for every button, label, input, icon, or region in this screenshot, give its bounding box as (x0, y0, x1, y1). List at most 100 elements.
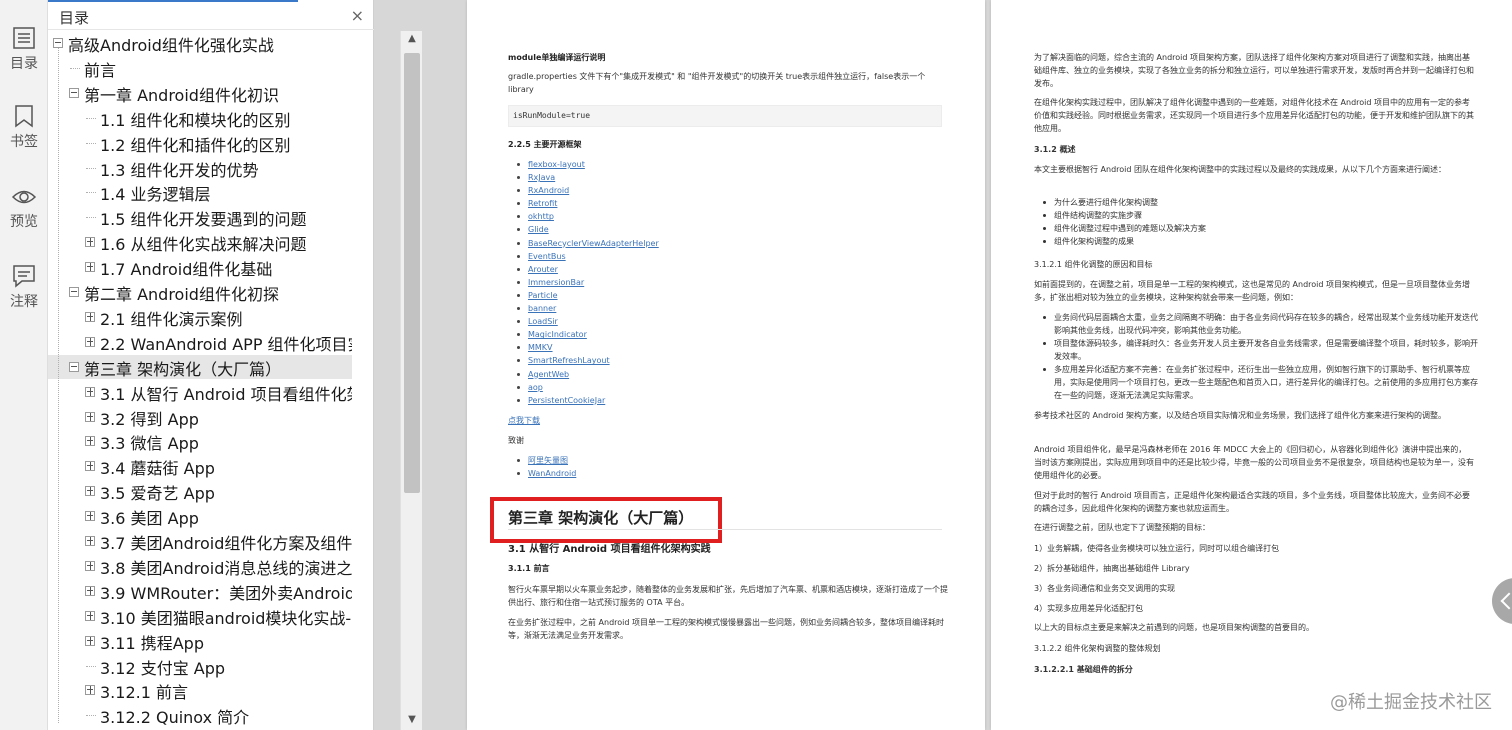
document-page-right: 为了解决面临的问题，综合主流的 Android 项目架构方案，团队选择了组件化架… (991, 0, 1512, 730)
framework-link[interactable]: Particle (517, 289, 659, 302)
expand-icon[interactable] (85, 386, 95, 397)
framework-link[interactable]: AgentWeb (517, 368, 659, 381)
framework-link[interactable]: SmartRefreshLayout (517, 354, 659, 367)
expand-icon[interactable] (85, 262, 95, 273)
expand-icon[interactable] (85, 461, 95, 472)
toc-scrollbar-thumb[interactable] (404, 53, 420, 493)
toc-item[interactable]: 第三章 架构演化（大厂篇） (48, 354, 352, 379)
framework-link[interactable]: BaseRecyclerViewAdapterHelper (517, 237, 659, 250)
toc-item[interactable]: 3.7 美团Android组件化方案及组件消息总线 (48, 529, 352, 553)
side-icon-rail: 目录 书签 预览 注释 (0, 0, 48, 730)
toc-item[interactable]: 3.4 蘑菇街 App (48, 454, 352, 478)
toc-item[interactable]: 3.2 得到 App (48, 405, 352, 429)
toc-item[interactable]: 1.4 业务逻辑层 (48, 180, 352, 204)
toc-tab-label: 目录 (10, 56, 38, 72)
framework-link[interactable]: MagicIndicator (517, 328, 659, 341)
collapse-icon[interactable] (69, 287, 79, 297)
toc-item[interactable]: 前言 (48, 56, 352, 80)
code-block: isRunModule=true (508, 105, 942, 127)
framework-link[interactable]: banner (517, 302, 659, 315)
expand-icon[interactable] (85, 311, 95, 322)
download-link[interactable]: 点我下载 (508, 416, 540, 425)
toc-item-label: 第二章 Android组件化初探 (84, 285, 279, 304)
toc-item[interactable]: 1.6 从组件化实战来解决问题 (48, 230, 352, 254)
toc-header: 目录 × (48, 2, 374, 30)
tree-connector (86, 665, 96, 667)
reason-paragraph: 如前面提到的，在调整之前，项目是单一工程的架构模式，这也是常见的 Android… (1034, 280, 1471, 302)
expand-icon[interactable] (85, 610, 95, 621)
notes-tab-button[interactable]: 注释 (0, 264, 48, 311)
collapse-icon[interactable] (69, 361, 79, 372)
expand-icon[interactable] (85, 486, 95, 497)
expand-icon[interactable] (85, 560, 95, 571)
toc-item-label: 3.6 美团 App (100, 509, 199, 529)
framework-link[interactable]: MMKV (517, 341, 659, 354)
toc-tree: 高级Android组件化强化实战 前言 第一章 Android组件化初识 1.1 组件… (48, 31, 352, 730)
toc-item[interactable]: 3.1 从智行 Android 项目看组件化架构实践 (48, 380, 352, 404)
tree-connector (86, 715, 96, 717)
toc-item[interactable]: 3.9 WMRouter：美团外卖Android开源路由框架 (48, 579, 352, 603)
toc-item[interactable]: 3.12 支付宝 App (48, 654, 352, 678)
framework-link[interactable]: flexbox-layout (517, 158, 659, 171)
toc-item[interactable]: 3.12.1 前言 (48, 678, 352, 702)
toc-item[interactable]: 3.6 美团 App (48, 504, 352, 528)
expand-icon[interactable] (85, 411, 95, 422)
framework-link[interactable]: EventBus (517, 250, 659, 263)
thanks-link[interactable]: WanAndroid (517, 467, 576, 480)
expand-icon[interactable] (85, 436, 95, 447)
toc-item-label: 第三章 架构演化（大厂篇） (84, 359, 282, 379)
toc-item[interactable]: 第一章 Android组件化初识 (48, 81, 352, 105)
thanks-link-list: 阿里矢量图 WanAndroid (517, 454, 576, 480)
toc-item[interactable]: 3.11 携程App (48, 629, 352, 653)
framework-link[interactable]: RxAndroid (517, 184, 659, 197)
close-icon[interactable]: × (351, 6, 364, 25)
toc-item[interactable]: 1.1 组件化和模块化的区别 (48, 106, 352, 130)
expand-icon[interactable] (85, 685, 95, 696)
zhixing-paragraph: 但对于此时的智行 Android 项目而言，正是组件化架构最适合实践的项目，多个… (1034, 491, 1471, 513)
framework-link[interactable]: okhttp (517, 210, 659, 223)
bookmark-tab-button[interactable]: 书签 (0, 104, 48, 151)
framework-link[interactable]: ImmersionBar (517, 276, 659, 289)
scroll-down-icon[interactable]: ▼ (401, 714, 423, 730)
toc-item[interactable]: 3.8 美团Android消息总线的演进之路 (48, 554, 352, 578)
toc-item[interactable]: 第二章 Android组件化初探 (48, 280, 352, 304)
goals-summary: 以上大的目标点主要是来解决之前遇到的问题，也是项目架构调整的首要目的。 (1034, 623, 1314, 632)
expand-icon[interactable] (85, 336, 95, 347)
toc-item-label: 3.12.1 前言 (100, 683, 188, 703)
framework-link[interactable]: RxJava (517, 171, 659, 184)
toc-item[interactable]: 3.5 爱奇艺 App (48, 479, 352, 503)
framework-link[interactable]: PersistentCookieJar (517, 394, 659, 407)
toc-item-label: 1.7 Android组件化基础 (100, 260, 273, 280)
expand-icon[interactable] (85, 585, 95, 596)
toc-item[interactable]: 3.12.2 Quinox 简介 (48, 703, 352, 727)
framework-link[interactable]: Retrofit (517, 197, 659, 210)
framework-link[interactable]: Arouter (517, 263, 659, 276)
toc-item[interactable]: 1.3 组件化开发的优势 (48, 156, 352, 180)
toc-item[interactable]: 1.7 Android组件化基础 (48, 255, 352, 279)
toc-item[interactable]: 1.5 组件化开发要遇到的问题 (48, 205, 352, 229)
thanks-link[interactable]: 阿里矢量图 (517, 454, 576, 467)
scroll-up-icon[interactable]: ▲ (401, 33, 423, 49)
toc-item[interactable]: 2.1 组件化演示案例 (48, 305, 352, 329)
framework-link[interactable]: Glide (517, 223, 659, 236)
toc-item[interactable]: 3.3 微信 App (48, 429, 352, 453)
toc-item[interactable]: 2.2 WanAndroid APP 组件化项目实战 (48, 330, 352, 354)
toc-item[interactable]: 1.2 组件化和插件化的区别 (48, 131, 352, 155)
toc-tab-button[interactable]: 目录 (0, 26, 48, 73)
toc-item[interactable]: 3.10 美团猫眼android模块化实战-可能是最详细的模块化实战 (48, 604, 352, 628)
expand-icon[interactable] (85, 511, 95, 522)
preview-tab-button[interactable]: 预览 (0, 186, 48, 231)
toc-item-label: 3.12 支付宝 App (100, 658, 226, 678)
section-3-1-title: 3.1 从智行 Android 项目看组件化架构实践 (508, 544, 711, 555)
expand-icon[interactable] (85, 536, 95, 546)
framework-link[interactable]: LoadSir (517, 315, 659, 328)
expand-icon[interactable] (85, 635, 95, 646)
document-page-left: module单独编译运行说明 gradle.properties 文件下有个"集… (467, 0, 985, 730)
toc-scrollbar[interactable]: ▲ ▼ (400, 31, 422, 730)
toc-item[interactable]: 高级Android组件化强化实战 (48, 31, 352, 55)
chapter-three-title: 第三章 架构演化（大厂篇） (508, 509, 694, 527)
collapse-icon[interactable] (53, 38, 63, 48)
framework-link[interactable]: aop (517, 381, 659, 394)
expand-icon[interactable] (85, 237, 95, 248)
collapse-icon[interactable] (69, 87, 79, 98)
